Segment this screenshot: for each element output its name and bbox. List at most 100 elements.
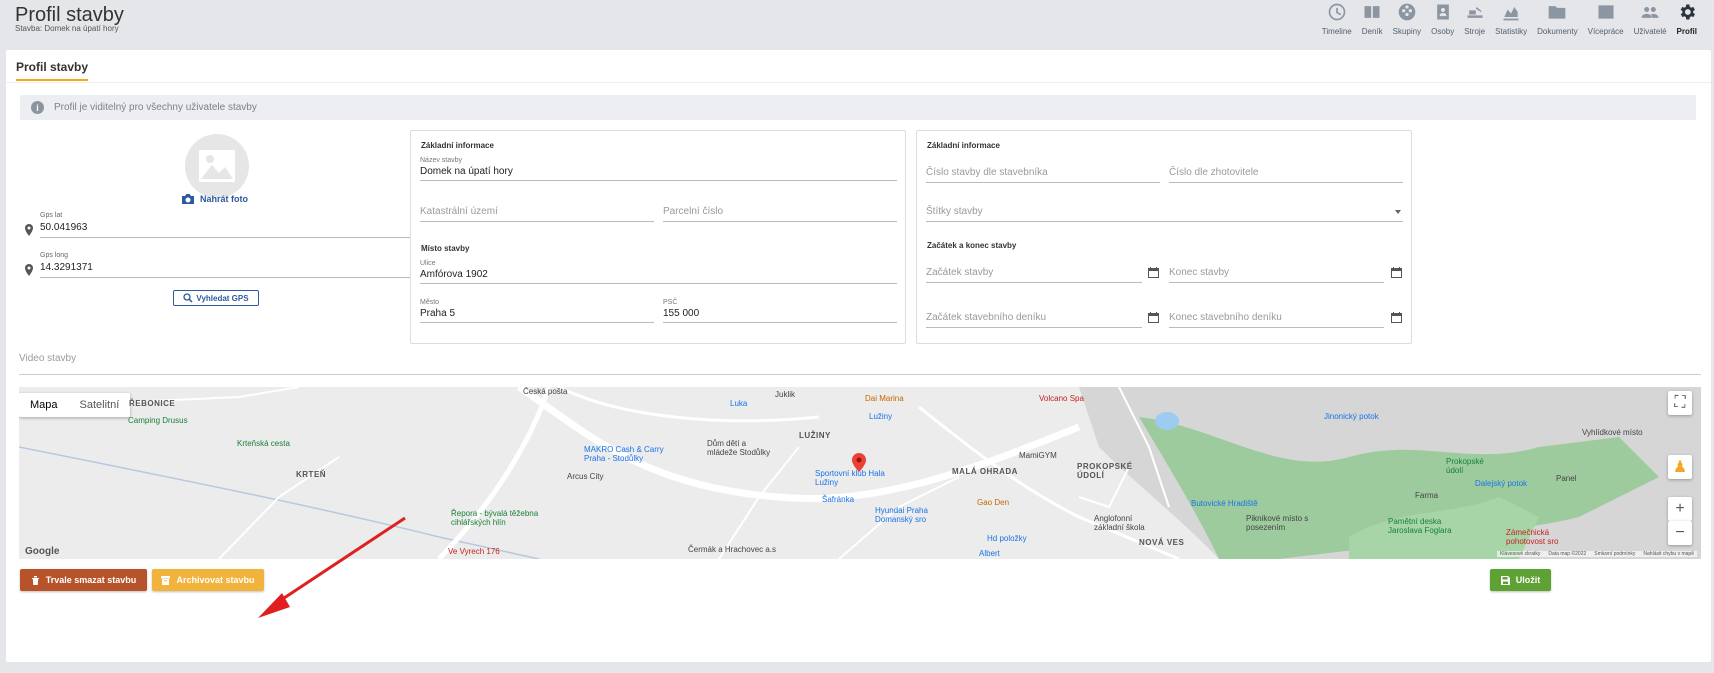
street-view-pegman-icon[interactable]: ♟: [1668, 455, 1692, 479]
end-date-field[interactable]: Konec stavby: [1169, 259, 1384, 283]
map-label: MamiGYM: [1019, 451, 1057, 460]
gps-long-field[interactable]: Gps long 14.3291371: [24, 252, 418, 282]
nav-label: Skupiny: [1392, 27, 1422, 36]
delete-project-button[interactable]: Trvale smazat stavbu: [20, 569, 147, 591]
archive-project-button[interactable]: Archivovat stavbu: [152, 569, 264, 591]
nav-machines[interactable]: Stroje: [1459, 2, 1490, 36]
field-underline: [926, 182, 1160, 183]
field-underline: [40, 237, 410, 238]
calendar-icon[interactable]: [1148, 312, 1159, 323]
save-button[interactable]: Uložit: [1490, 569, 1551, 591]
name-label: Název stavby: [420, 157, 463, 164]
video-placeholder: Video stavby: [19, 353, 77, 364]
investor-number-field[interactable]: Číslo stavby dle stavebníka: [926, 159, 1160, 183]
diary-end-field[interactable]: Konec stavebního deníku: [1169, 304, 1384, 328]
nav-statistics[interactable]: Statistiky: [1490, 2, 1532, 36]
upload-photo-button[interactable]: Nahrát foto: [181, 193, 248, 205]
map-footer-link: Data map ©2022: [1548, 551, 1587, 557]
info-text: Profil je viditelný pro všechny uživatel…: [54, 102, 257, 113]
video-field[interactable]: Video stavby: [19, 353, 1701, 375]
nav-label: Deník: [1361, 27, 1383, 36]
city-field[interactable]: Město Praha 5: [420, 299, 654, 323]
map-footer-link[interactable]: Nahlásit chybu v mapě: [1643, 551, 1694, 557]
nav-documents[interactable]: Dokumenty: [1532, 2, 1582, 36]
map-label: Šafránka: [822, 495, 855, 504]
dates-title: Začátek a konec stavby: [927, 241, 1017, 250]
map-label: Ve Vyrech 176: [448, 547, 500, 556]
nav-profile[interactable]: Profil: [1672, 2, 1702, 36]
map-label: Anglofonní základní škola: [1094, 514, 1145, 532]
map-footer: Klávesové zkratky Data map ©2022 Smluvní…: [1497, 551, 1697, 557]
map-label: Lužiny: [869, 412, 893, 421]
map[interactable]: Mapa Satelitní ŘEBONICE Camping Drusus K…: [19, 387, 1701, 559]
street-label: Ulice: [420, 260, 436, 267]
zoom-out-button[interactable]: −: [1668, 521, 1692, 545]
parcel-field[interactable]: Parcelní číslo: [663, 198, 897, 222]
tags-select[interactable]: Štítky stavby: [926, 198, 1403, 222]
street-value: Amfórova 1902: [420, 269, 488, 280]
photo-placeholder[interactable]: [185, 134, 249, 198]
save-icon: [1500, 575, 1510, 585]
nav-diary[interactable]: Deník: [1357, 2, 1388, 36]
diary-start-field[interactable]: Začátek stavebního deníku: [926, 304, 1142, 328]
start-date-field[interactable]: Začátek stavby: [926, 259, 1142, 283]
nav-persons[interactable]: Osoby: [1426, 2, 1459, 36]
zip-field[interactable]: PSČ 155 000: [663, 299, 897, 323]
map-label: Butovické Hradiště: [1191, 499, 1258, 508]
image-icon: [199, 150, 235, 182]
map-label: Jinonický potok: [1324, 412, 1379, 421]
fullscreen-button[interactable]: ⛶: [1668, 391, 1692, 415]
map-label: Česká pošta: [523, 387, 568, 396]
tab-profile[interactable]: Profil stavby: [16, 60, 89, 81]
search-gps-button[interactable]: Vyhledat GPS: [173, 290, 259, 306]
nav-label: Stroje: [1464, 27, 1486, 36]
nav-extra-work[interactable]: Vícepráce: [1583, 2, 1629, 36]
zoom-in-button[interactable]: +: [1668, 497, 1692, 521]
map-label: Camping Drusus: [128, 416, 188, 425]
nav-groups[interactable]: Skupiny: [1388, 2, 1426, 36]
map-tab-map[interactable]: Mapa: [19, 393, 69, 417]
gps-lat-value: 50.041963: [40, 222, 88, 233]
profile-card: Profil stavby i Profil je viditelný pro …: [6, 50, 1711, 662]
map-label: Luka: [730, 399, 748, 408]
field-underline: [1169, 327, 1384, 328]
money-icon: [1598, 5, 1614, 19]
map-label: Dům dětí a mládeže Stodůlky: [707, 439, 771, 457]
calendar-icon[interactable]: [1148, 267, 1159, 278]
chart-icon: [1503, 7, 1519, 21]
archive-icon: [161, 575, 171, 585]
map-label: Panel: [1556, 474, 1577, 483]
person-badge-icon: [1436, 4, 1449, 20]
field-underline: [19, 374, 1701, 375]
cadastral-placeholder: Katastrální území: [420, 206, 498, 217]
calendar-icon[interactable]: [1391, 267, 1402, 278]
field-underline: [420, 221, 654, 222]
map-label: Dalejský potok: [1475, 479, 1528, 488]
city-label: Město: [420, 299, 440, 306]
calendar-icon[interactable]: [1391, 312, 1402, 323]
nav-label: Profil: [1676, 27, 1697, 36]
nav-label: Vícepráce: [1587, 27, 1624, 36]
gps-lat-field[interactable]: Gps lat 50.041963: [24, 212, 418, 242]
diary-end-placeholder: Konec stavebního deníku: [1169, 312, 1282, 323]
nav-label: Timeline: [1321, 27, 1352, 36]
trash-icon: [31, 575, 39, 585]
camera-icon: [182, 194, 194, 204]
nav-users[interactable]: Uživatelé: [1629, 2, 1672, 36]
google-logo: Google: [25, 546, 60, 557]
map-tab-satellite[interactable]: Satelitní: [69, 393, 131, 417]
street-field[interactable]: Ulice Amfórova 1902: [420, 260, 897, 284]
tags-placeholder: Štítky stavby: [926, 206, 983, 217]
map-footer-link[interactable]: Klávesové zkratky: [1500, 551, 1540, 557]
groups-icon: [1398, 3, 1416, 21]
name-field[interactable]: Název stavby Domek na úpatí hory: [420, 157, 897, 181]
nav-timeline[interactable]: Timeline: [1317, 2, 1357, 36]
archive-project-label: Archivovat stavbu: [176, 575, 255, 585]
cadastral-field[interactable]: Katastrální území: [420, 198, 654, 222]
field-underline: [663, 221, 897, 222]
map-label: LUŽINY: [799, 431, 831, 440]
map-footer-link[interactable]: Smluvní podmínky: [1594, 551, 1635, 557]
contractor-number-field[interactable]: Číslo dle zhotovitele: [1169, 159, 1403, 183]
nav-label: Dokumenty: [1537, 27, 1578, 36]
field-underline: [40, 277, 410, 278]
